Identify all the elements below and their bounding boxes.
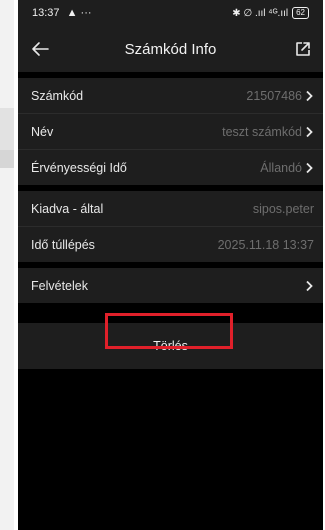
row-label: Kiadva - által [31, 201, 104, 216]
row-ervenyessegi-ido[interactable]: Érvényességi Idő Állandó [18, 150, 323, 185]
row-value: teszt számkód [222, 124, 302, 139]
row-label: Felvételek [31, 278, 88, 293]
row-label: Számkód [31, 88, 84, 103]
row-ido-tullepes: Idő túllépés 2025.11.18 13:37 [18, 227, 323, 262]
page-title: Számkód Info [124, 40, 217, 58]
row-value-container: 21507486 [246, 89, 314, 103]
app-bar: Számkód Info [18, 26, 323, 72]
background-window-edge [0, 0, 14, 530]
notification-icons: ▲ ··· [66, 7, 92, 19]
row-label: Idő túllépés [31, 237, 95, 252]
info-section-recordings: Felvételek [18, 268, 323, 303]
info-section-main: Számkód 21507486 Név teszt számkód Érvén… [18, 78, 323, 185]
chevron-right-icon [306, 126, 313, 137]
row-felvetelek[interactable]: Felvételek [18, 268, 323, 303]
row-value-container: Állandó [260, 161, 314, 175]
signal-icons: ✱ ∅ .ııl ⁴ᴳ.ııl [232, 7, 289, 19]
red-highlight-box [105, 313, 233, 349]
row-kiadva-altal: Kiadva - által sipos.peter [18, 191, 323, 227]
chevron-right-icon [306, 280, 313, 291]
row-value-container: teszt számkód [222, 125, 314, 139]
info-section-meta: Kiadva - által sipos.peter Idő túllépés … [18, 191, 323, 262]
status-left: 13:37 ▲ ··· [32, 7, 92, 19]
background-window-shade [0, 150, 14, 168]
row-value-container [304, 280, 314, 292]
row-value: 2025.11.18 13:37 [217, 237, 314, 252]
row-label: Név [31, 124, 54, 139]
external-link-icon[interactable] [293, 39, 313, 59]
chevron-right-icon [306, 162, 313, 173]
row-label: Érvényességi Idő [31, 160, 127, 175]
status-bar: 13:37 ▲ ··· ✱ ∅ .ııl ⁴ᴳ.ııl 62 [18, 0, 323, 26]
row-nev[interactable]: Név teszt számkód [18, 114, 323, 150]
status-right: ✱ ∅ .ııl ⁴ᴳ.ııl 62 [232, 7, 309, 19]
status-time: 13:37 [32, 7, 60, 19]
row-value: 21507486 [246, 88, 302, 103]
phone-screen: 13:37 ▲ ··· ✱ ∅ .ııl ⁴ᴳ.ııl 62 Számkód I… [18, 0, 323, 530]
row-value: sipos.peter [252, 201, 314, 216]
chevron-right-icon [306, 90, 313, 101]
row-szamkod[interactable]: Számkód 21507486 [18, 78, 323, 114]
row-value: Állandó [260, 160, 302, 175]
delete-area: Törlés [18, 313, 323, 369]
battery-icon: 62 [292, 7, 309, 19]
back-arrow-icon[interactable] [28, 37, 52, 61]
background-window-shade [0, 108, 14, 150]
